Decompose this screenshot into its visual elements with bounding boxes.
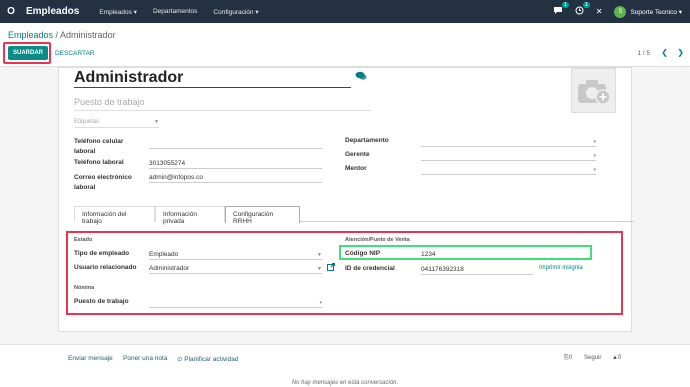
manager-label: Gerente	[345, 151, 370, 158]
control-panel: Empleados / Administrador SUARDAR DESCAR…	[0, 23, 690, 67]
chevron-down-icon: ▾	[593, 139, 596, 145]
chevron-down-icon: ▾	[593, 167, 596, 173]
tags-placeholder: Etiquetas	[74, 119, 100, 125]
followers-count: 0	[617, 355, 622, 361]
badge-id-field[interactable]: 041176392318	[421, 265, 533, 275]
chat-badge: 1	[561, 2, 569, 8]
schedule-activity-label: Planificar actividad	[184, 356, 239, 363]
attachments-button[interactable]: ⎘0	[564, 355, 572, 362]
notebook-tabs: Información del trabajo Información priv…	[74, 206, 634, 225]
job-title-input[interactable]: Puesto de trabajo	[74, 97, 371, 111]
top-navbar: O Empleados Empleados ▾ Departamentos Co…	[0, 0, 690, 23]
manager-field[interactable]: ▾	[421, 151, 596, 161]
related-user-value: Administrador	[149, 265, 190, 272]
followers-button[interactable]: ▲0	[612, 355, 621, 361]
attachments-count: 0	[568, 355, 573, 361]
work-email-field[interactable]: admin@infopos.co	[149, 173, 322, 183]
department-field[interactable]: ▾	[421, 137, 596, 147]
payroll-job-field[interactable]: ▾	[149, 298, 322, 308]
form-sheet: Administrador Puesto de trabajo Etiqueta…	[58, 67, 634, 332]
app-name[interactable]: Empleados	[26, 6, 79, 17]
user-name: Soporte Tecnico ▾	[630, 8, 682, 16]
work-phone-label: Teléfono laboral	[74, 159, 124, 166]
debug-tools-icon[interactable]: ✕	[596, 7, 603, 16]
pager-next-icon[interactable]: ❯	[677, 48, 684, 57]
pin-code-field[interactable]: 1234	[421, 250, 586, 260]
follow-button[interactable]: Seguir	[584, 355, 601, 361]
coach-label: Mentor	[345, 165, 367, 172]
mobile-phone-field[interactable]	[149, 139, 322, 149]
pin-code-label: Código NIP	[345, 250, 381, 257]
attendance-section-title: Atención/Punto de Venta	[345, 237, 410, 243]
chevron-down-icon: ▾	[319, 300, 322, 306]
tags-input[interactable]: Etiquetas ▼	[74, 119, 159, 128]
related-user-label: Usuario relacionado	[74, 264, 137, 271]
apps-menu-icon[interactable]: O	[0, 6, 22, 17]
save-button[interactable]: SUARDAR	[8, 46, 48, 60]
user-menu[interactable]: S Soporte Tecnico ▾	[614, 5, 682, 18]
work-email-label: Correo electrónico laboral	[74, 174, 132, 191]
employee-type-value: Empleado	[149, 251, 179, 258]
breadcrumb-separator: /	[53, 30, 61, 40]
print-badge-link[interactable]: Imprimir insignia	[539, 265, 583, 271]
pager-value[interactable]: 1 / 5	[637, 50, 650, 57]
menu-departments[interactable]: Departamentos	[153, 8, 197, 16]
navbar-systray: 1 1 ✕ S Soporte Tecnico ▾	[553, 0, 682, 23]
employee-type-select[interactable]: Empleado ▼	[149, 250, 322, 260]
payroll-section-title: Nómina	[74, 285, 95, 291]
breadcrumb-employees-link[interactable]: Empleados	[8, 30, 53, 40]
external-link-icon[interactable]	[327, 263, 335, 273]
tab-work-information[interactable]: Información del trabajo	[74, 206, 155, 225]
pager-previous-icon[interactable]: ❮	[661, 48, 668, 57]
camera-plus-icon	[577, 79, 611, 105]
chevron-down-icon: ▼	[154, 119, 159, 125]
work-phone-field[interactable]: 3013055274	[149, 159, 322, 169]
mobile-phone-label: Teléfono celular laboral	[74, 138, 124, 155]
status-section-title: Estado	[74, 237, 93, 243]
related-user-field[interactable]: Administrador ▼	[149, 264, 322, 274]
tab-hr-settings[interactable]: Configuración RRHH	[225, 206, 300, 225]
employee-photo[interactable]	[571, 68, 616, 113]
empty-conversation-text: No hay mensajes en esta conversación.	[291, 380, 399, 386]
activity-clock-icon[interactable]: 1	[575, 2, 590, 17]
send-message-button[interactable]: Enviar mensaje	[68, 355, 113, 362]
chevron-down-icon: ▼	[317, 252, 322, 258]
chatter: Enviar mensaje Poner una nota ⊙ Planific…	[0, 344, 690, 387]
menu-employees[interactable]: Empleados ▾	[99, 8, 137, 16]
department-label: Departamento	[345, 137, 389, 144]
breadcrumb-current: Administrador	[60, 30, 116, 40]
employee-name-input[interactable]: Administrador	[74, 68, 351, 88]
chat-icon[interactable]: 1	[553, 2, 569, 17]
payroll-job-label: Puesto de trabajo	[74, 298, 129, 305]
tab-private-information[interactable]: Información privada	[155, 206, 225, 225]
main-menu: Empleados ▾ Departamentos Configuración …	[99, 8, 258, 16]
chevron-down-icon: ▼	[317, 266, 322, 272]
discard-button[interactable]: DESCARTAR	[55, 50, 95, 57]
chevron-down-icon: ▾	[593, 153, 596, 159]
activity-badge: 1	[582, 2, 590, 8]
log-note-button[interactable]: Poner una nota	[123, 355, 167, 362]
breadcrumb: Empleados / Administrador	[8, 30, 116, 40]
employee-type-label: Tipo de empleado	[74, 250, 130, 257]
chat-bubble-icon[interactable]	[355, 71, 367, 84]
avatar: S	[614, 5, 627, 18]
schedule-activity-button[interactable]: ⊙ Planificar actividad	[177, 355, 238, 363]
badge-id-label: ID de credencial	[345, 265, 395, 272]
menu-configuration[interactable]: Configuración ▾	[213, 8, 258, 16]
coach-field[interactable]: ▾	[421, 165, 596, 175]
